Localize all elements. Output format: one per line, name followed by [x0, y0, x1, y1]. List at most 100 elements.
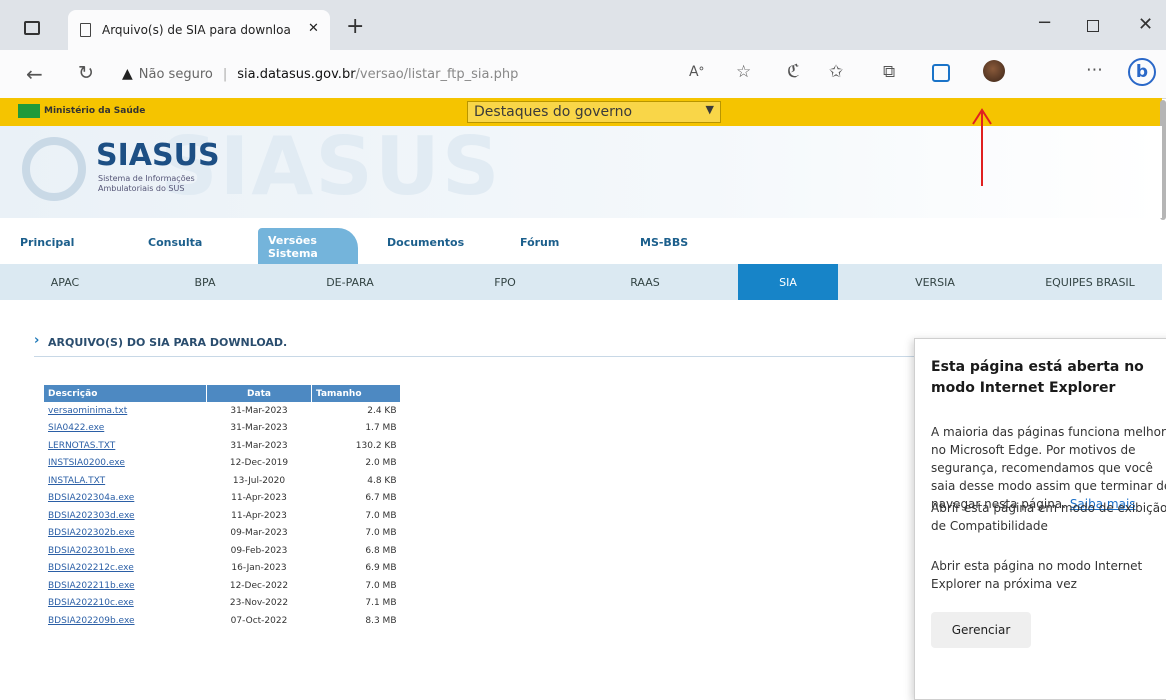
- table-row: BDSIA202302b.exe 09-Mar-2023 7.0 MB: [44, 525, 401, 543]
- close-window-icon[interactable]: ✕: [1138, 14, 1153, 35]
- file-size: 7.0 MB: [365, 528, 397, 539]
- column-header[interactable]: Tamanho: [311, 385, 401, 402]
- column-header[interactable]: Descrição: [44, 385, 207, 402]
- favorites-icon[interactable]: ✩: [829, 62, 843, 82]
- back-icon[interactable]: ←: [26, 62, 43, 86]
- browser-essentials-icon[interactable]: ℭ: [787, 61, 800, 82]
- manage-button[interactable]: Gerenciar: [931, 612, 1031, 648]
- file-date: 31-Mar-2023: [230, 423, 288, 434]
- brand-subtitle-1: Sistema de Informações: [98, 174, 195, 183]
- compat-mode-option[interactable]: Abrir esta página em modo de exibição de…: [931, 499, 1166, 535]
- tab-consulta[interactable]: Consulta: [148, 236, 202, 249]
- warning-icon: ▲: [122, 66, 133, 82]
- new-tab-button[interactable]: +: [346, 14, 364, 39]
- ministry-link[interactable]: Ministério da Saúde: [44, 106, 145, 116]
- address-bar[interactable]: ▲ Não seguro | sia.datasus.gov.br/versao…: [122, 58, 642, 90]
- collections-icon[interactable]: ⧉: [883, 62, 895, 82]
- browser-tab[interactable]: Arquivo(s) de SIA para downloa ✕: [68, 10, 330, 50]
- file-link[interactable]: BDSIA202210c.exe: [44, 595, 207, 613]
- file-size: 8.3 MB: [365, 615, 397, 626]
- file-date: 31-Mar-2023: [230, 440, 288, 451]
- file-size: 7.0 MB: [365, 580, 397, 591]
- bing-icon[interactable]: b: [1128, 58, 1156, 86]
- page-icon: [80, 23, 91, 37]
- add-favorite-icon[interactable]: ☆: [736, 62, 751, 82]
- table-header: Descrição Data Tamanho: [44, 385, 401, 402]
- file-date: 09-Feb-2023: [230, 545, 288, 556]
- file-size: 1.7 MB: [365, 423, 397, 434]
- file-link[interactable]: BDSIA202302b.exe: [44, 525, 207, 543]
- maximize-icon[interactable]: [1087, 20, 1099, 32]
- table-row: BDSIA202209b.exe 07-Oct-2022 8.3 MB: [44, 612, 401, 630]
- brand-name: SIASUS: [96, 138, 220, 173]
- annotation-arrow: [972, 108, 992, 186]
- table-row: versaominima.txt 31-Mar-2023 2.4 KB: [44, 402, 401, 420]
- file-link[interactable]: INSTSIA0200.exe: [44, 455, 207, 473]
- brazil-flag-icon: [18, 104, 40, 118]
- more-icon[interactable]: ⋯: [1086, 60, 1103, 80]
- file-link[interactable]: versaominima.txt: [44, 402, 207, 420]
- subnav-fpo[interactable]: FPO: [460, 264, 550, 300]
- file-date: 13-Jul-2020: [232, 475, 286, 486]
- file-link[interactable]: BDSIA202212c.exe: [44, 560, 207, 578]
- refresh-icon[interactable]: ↻: [78, 62, 94, 84]
- file-link[interactable]: INSTALA.TXT: [44, 472, 207, 490]
- table-row: INSTSIA0200.exe 12-Dec-2019 2.0 MB: [44, 455, 401, 473]
- separator: |: [222, 66, 228, 82]
- siasus-logo-icon: [22, 137, 86, 201]
- ie-mode-icon[interactable]: [932, 64, 950, 82]
- file-link[interactable]: SIA0422.exe: [44, 420, 207, 438]
- file-link[interactable]: BDSIA202303d.exe: [44, 507, 207, 525]
- ie-next-time-option[interactable]: Abrir esta página no modo Internet Explo…: [931, 557, 1166, 593]
- file-link[interactable]: BDSIA202209b.exe: [44, 612, 207, 630]
- file-size: 2.0 MB: [365, 458, 397, 469]
- read-aloud-icon[interactable]: Aᐤ: [689, 64, 704, 80]
- minimize-icon[interactable]: −: [1037, 12, 1052, 33]
- table-body: versaominima.txt 31-Mar-2023 2.4 KB SIA0422…: [44, 402, 401, 630]
- file-link[interactable]: BDSIA202211b.exe: [44, 577, 207, 595]
- subnav-sia[interactable]: SIA: [738, 264, 838, 300]
- file-link[interactable]: BDSIA202304a.exe: [44, 490, 207, 508]
- close-tab-icon[interactable]: ✕: [308, 21, 319, 36]
- tab-ms-bbs[interactable]: MS-BBS: [640, 236, 688, 249]
- tab-actions-icon[interactable]: [24, 21, 40, 35]
- file-date: 12-Dec-2022: [229, 580, 289, 591]
- file-size: 6.9 MB: [365, 563, 397, 574]
- heading-chevron-icon: ›: [34, 333, 40, 348]
- table-row: BDSIA202212c.exe 16-Jan-2023 6.9 MB: [44, 560, 401, 578]
- table-row: BDSIA202211b.exe 12-Dec-2022 7.0 MB: [44, 577, 401, 595]
- file-link[interactable]: BDSIA202301b.exe: [44, 542, 207, 560]
- subnav-versia[interactable]: VERSIA: [890, 264, 980, 300]
- file-date: 11-Apr-2023: [231, 510, 287, 521]
- subnav-apac[interactable]: APAC: [20, 264, 110, 300]
- file-date: 23-Nov-2022: [229, 598, 289, 609]
- file-table: Descrição Data Tamanho versaominima.txt 3…: [44, 385, 401, 630]
- subnav-de-para[interactable]: DE-PARA: [300, 264, 400, 300]
- tab-documentos[interactable]: Documentos: [387, 236, 464, 249]
- table-row: BDSIA202303d.exe 11-Apr-2023 7.0 MB: [44, 507, 401, 525]
- file-date: 16-Jan-2023: [231, 563, 287, 574]
- file-date: 12-Dec-2019: [229, 458, 289, 469]
- file-size: 4.8 KB: [367, 475, 397, 486]
- gov-highlights-select[interactable]: Destaques do governo ▼: [467, 101, 721, 123]
- tab-forum[interactable]: Fórum: [520, 236, 559, 249]
- not-secure-label: Não seguro: [138, 66, 213, 82]
- url-domain: sia.datasus.gov.br: [237, 66, 356, 82]
- file-size: 7.1 MB: [365, 598, 397, 609]
- column-header[interactable]: Data: [206, 385, 312, 402]
- file-size: 130.2 KB: [355, 440, 397, 451]
- file-date: 09-Mar-2023: [230, 528, 288, 539]
- table-row: BDSIA202210c.exe 23-Nov-2022 7.1 MB: [44, 595, 401, 613]
- file-size: 6.7 MB: [365, 493, 397, 504]
- file-date: 31-Mar-2023: [230, 405, 288, 416]
- file-date: 11-Apr-2023: [231, 493, 287, 504]
- subnav-bpa[interactable]: BPA: [160, 264, 250, 300]
- chevron-down-icon: ▼: [705, 103, 714, 116]
- subnav-raas[interactable]: RAAS: [600, 264, 690, 300]
- avatar[interactable]: [983, 60, 1005, 82]
- subnav-equipes-brasil[interactable]: EQUIPES BRASIL: [1020, 264, 1160, 300]
- file-link[interactable]: LERNOTAS.TXT: [44, 437, 207, 455]
- table-row: LERNOTAS.TXT 31-Mar-2023 130.2 KB: [44, 437, 401, 455]
- popup-title: Esta página está aberta no modo Internet…: [931, 359, 1144, 396]
- tab-principal[interactable]: Principal: [20, 236, 74, 249]
